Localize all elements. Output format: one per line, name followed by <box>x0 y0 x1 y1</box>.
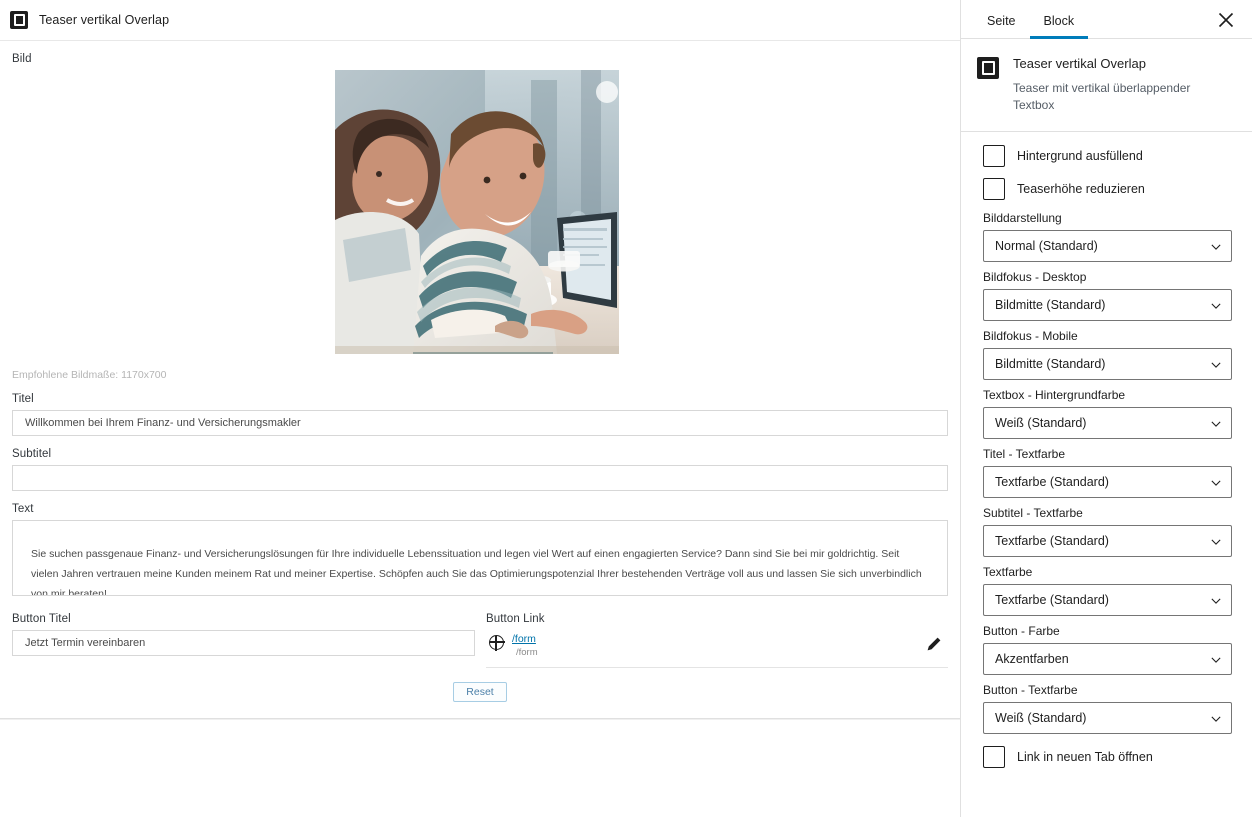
chevron-down-icon <box>1211 301 1221 311</box>
block-container: Teaser vertikal Overlap Bild Empfohlene … <box>0 0 960 719</box>
select-value: Weiß (Standard) <box>995 415 1087 430</box>
button-title-label: Button Titel <box>12 613 71 625</box>
button-title-input[interactable] <box>12 630 475 656</box>
block-fields: Bild Empfohlene Bildmaße: 1170x700 Titel… <box>0 41 960 718</box>
sidebar-controls: Hintergrund ausfüllend Teaserhöhe reduzi… <box>961 132 1252 768</box>
subtitle-field-label: Subtitel <box>12 448 52 460</box>
button-link-url[interactable]: /form <box>512 632 538 646</box>
sidebar-block-texts: Teaser vertikal Overlap Teaser mit verti… <box>1013 56 1209 115</box>
app-root: Teaser vertikal Overlap Bild Empfohlene … <box>0 0 1252 817</box>
chevron-down-icon <box>1211 714 1221 724</box>
block-teaser-icon <box>10 11 28 29</box>
subtitle-input[interactable] <box>12 465 948 491</box>
tab-seite[interactable]: Seite <box>973 14 1030 38</box>
reset-button[interactable]: Reset <box>453 682 507 702</box>
settings-sidebar: Seite Block Teaser vertikal Overlap Teas… <box>960 0 1252 817</box>
label-button-farbe: Button - Farbe <box>983 623 1060 638</box>
title-input[interactable] <box>12 410 948 436</box>
checkbox-link-neuer-tab[interactable]: Link in neuen Tab öffnen <box>983 745 1230 768</box>
image-field-label: Bild <box>12 53 32 65</box>
select-textbox-hintergrundfarbe[interactable]: Weiß (Standard) <box>983 406 1232 439</box>
button-link-label: Button Link <box>486 613 545 625</box>
chevron-down-icon <box>1211 596 1221 606</box>
editor-canvas: Teaser vertikal Overlap Bild Empfohlene … <box>0 0 960 817</box>
globe-icon <box>489 635 505 651</box>
title-field-label: Titel <box>12 393 34 405</box>
checkbox-box[interactable] <box>983 745 1005 768</box>
select-value: Textfarbe (Standard) <box>995 533 1109 548</box>
chevron-down-icon <box>1211 537 1221 547</box>
select-value: Textfarbe (Standard) <box>995 474 1109 489</box>
edit-pencil-icon[interactable] <box>926 636 942 652</box>
select-value: Bildmitte (Standard) <box>995 297 1106 312</box>
select-value: Akzentfarben <box>995 651 1069 666</box>
button-link-texts: /form /form <box>512 632 538 660</box>
select-bilddarstellung[interactable]: Normal (Standard) <box>983 229 1232 262</box>
tab-block[interactable]: Block <box>1029 14 1089 39</box>
checkbox-label: Link in neuen Tab öffnen <box>1017 749 1153 764</box>
button-link-subtext: /form <box>516 647 538 658</box>
block-teaser-icon <box>977 57 999 79</box>
select-value: Normal (Standard) <box>995 238 1098 253</box>
checkbox-hintergrund-ausfuellend[interactable]: Hintergrund ausfüllend <box>983 144 1230 167</box>
sidebar-block-info: Teaser vertikal Overlap Teaser mit verti… <box>961 39 1252 132</box>
select-value: Bildmitte (Standard) <box>995 356 1106 371</box>
block-toolbar[interactable]: Teaser vertikal Overlap <box>0 0 960 41</box>
button-link-control[interactable]: /form /form <box>486 630 948 668</box>
button-title-group: Button Titel <box>12 601 486 668</box>
button-link-group: Button Link /form /form <box>486 601 948 668</box>
image-size-hint: Empfohlene Bildmaße: 1170x700 <box>12 369 167 381</box>
chevron-down-icon <box>1211 655 1221 665</box>
select-textfarbe[interactable]: Textfarbe (Standard) <box>983 583 1232 616</box>
checkbox-box[interactable] <box>983 144 1005 167</box>
label-titel-textfarbe: Titel - Textfarbe <box>983 446 1066 461</box>
editor-bottom-divider <box>0 719 960 720</box>
label-bildfokus-mobile: Bildfokus - Mobile <box>983 328 1078 343</box>
select-value: Weiß (Standard) <box>995 710 1087 725</box>
checkbox-teaserhoehe-reduzieren[interactable]: Teaserhöhe reduzieren <box>983 177 1230 200</box>
checkbox-box[interactable] <box>983 177 1005 200</box>
label-subtitel-textfarbe: Subtitel - Textfarbe <box>983 505 1083 520</box>
chevron-down-icon <box>1211 360 1221 370</box>
chevron-down-icon <box>1211 242 1221 252</box>
select-button-textfarbe[interactable]: Weiß (Standard) <box>983 701 1232 734</box>
label-textfarbe: Textfarbe <box>983 564 1033 579</box>
select-bildfokus-mobile[interactable]: Bildmitte (Standard) <box>983 347 1232 380</box>
select-subtitel-textfarbe[interactable]: Textfarbe (Standard) <box>983 524 1232 557</box>
chevron-down-icon <box>1211 478 1221 488</box>
select-value: Textfarbe (Standard) <box>995 592 1109 607</box>
sidebar-tabs: Seite Block <box>961 0 1252 39</box>
sidebar-block-title: Teaser vertikal Overlap <box>1013 56 1146 71</box>
select-button-farbe[interactable]: Akzentfarben <box>983 642 1232 675</box>
reset-row: Reset <box>12 668 948 718</box>
image-field[interactable] <box>12 70 948 367</box>
label-textbox-hintergrundfarbe: Textbox - Hintergrundfarbe <box>983 387 1126 402</box>
label-bildfokus-desktop: Bildfokus - Desktop <box>983 269 1087 284</box>
checkbox-label: Teaserhöhe reduzieren <box>1017 181 1145 196</box>
text-textarea[interactable] <box>12 520 948 596</box>
block-toolbar-title: Teaser vertikal Overlap <box>39 13 170 27</box>
close-icon[interactable] <box>1214 8 1238 32</box>
chevron-down-icon <box>1211 419 1221 429</box>
teaser-image[interactable] <box>335 70 619 354</box>
select-titel-textfarbe[interactable]: Textfarbe (Standard) <box>983 465 1232 498</box>
text-field-label: Text <box>12 503 34 515</box>
sidebar-block-description: Teaser mit vertikal überlappender Textbo… <box>1013 81 1191 113</box>
label-bilddarstellung: Bilddarstellung <box>983 210 1062 225</box>
button-row: Button Titel Button Link /form /form <box>12 601 948 668</box>
label-button-textfarbe: Button - Textfarbe <box>983 682 1078 697</box>
select-bildfokus-desktop[interactable]: Bildmitte (Standard) <box>983 288 1232 321</box>
checkbox-label: Hintergrund ausfüllend <box>1017 148 1143 163</box>
